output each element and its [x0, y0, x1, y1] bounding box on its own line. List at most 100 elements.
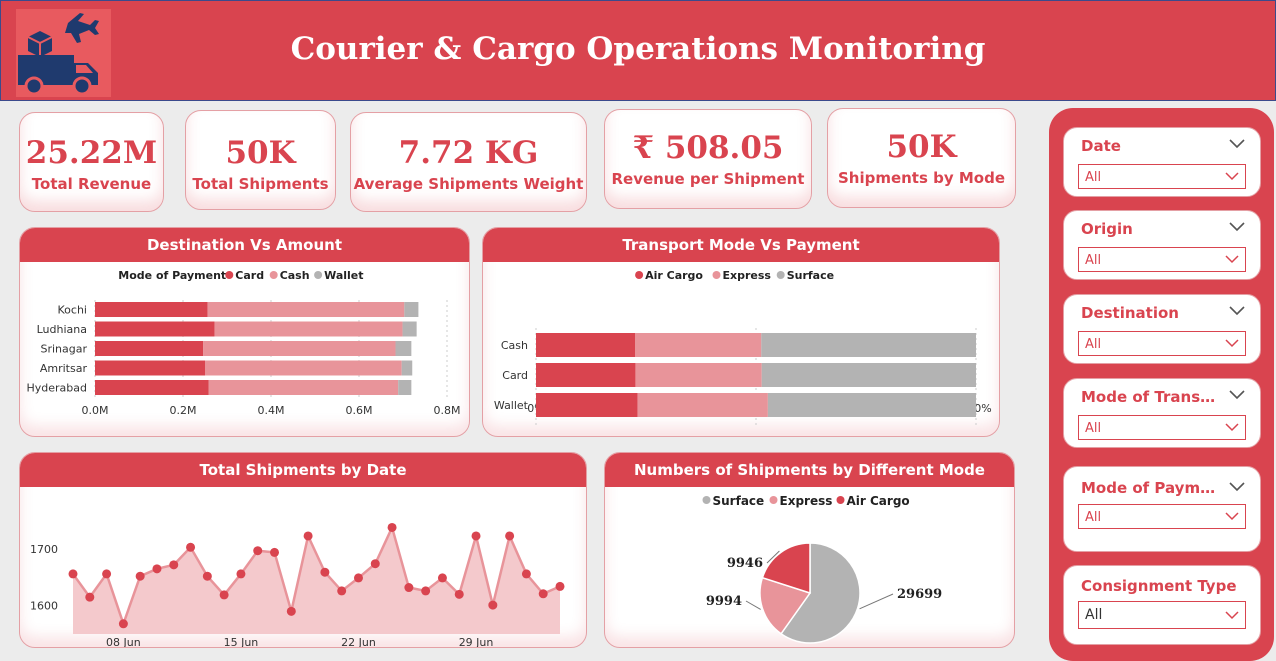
data-point — [555, 581, 565, 591]
bar-segment — [536, 363, 636, 387]
x-tick-label: 0.6M — [346, 404, 373, 417]
data-point — [219, 590, 229, 600]
slicer-destination[interactable]: Destination All — [1063, 294, 1261, 364]
slicer-value: All — [1085, 421, 1102, 436]
bar-segment — [95, 380, 209, 395]
slicer-consignment-type[interactable]: Consignment Type All — [1063, 565, 1261, 645]
y-tick-label: Ludhiana — [37, 323, 87, 336]
data-point — [337, 586, 347, 596]
data-point — [102, 569, 112, 579]
bar-segment — [395, 341, 412, 356]
bar-segment — [398, 380, 412, 395]
chevron-down-icon — [1225, 512, 1239, 521]
bar-segment — [635, 333, 762, 357]
data-point — [505, 531, 515, 541]
transport-mode-vs-payment-plot: Air CargoExpressSurface0%50%100%CashCard… — [494, 269, 992, 428]
bar-segment — [404, 302, 419, 317]
data-point — [387, 522, 397, 532]
slicer-origin[interactable]: Origin All — [1063, 210, 1261, 280]
slicer-value: All — [1085, 253, 1102, 268]
data-point — [135, 571, 145, 581]
chevron-down-icon — [1225, 172, 1239, 181]
slicer-label: Origin — [1081, 220, 1133, 238]
slicer-label: Consignment Type — [1081, 577, 1237, 595]
legend-label: Wallet — [324, 269, 363, 282]
shipments-by-mode-chart: Numbers of Shipments by Different Mode S… — [604, 452, 1015, 648]
data-point — [236, 569, 246, 579]
chevron-down-icon[interactable] — [1228, 479, 1246, 493]
chevron-down-icon — [1225, 423, 1239, 432]
slicer-dropdown[interactable]: All — [1078, 504, 1246, 529]
bar-segment — [761, 333, 976, 357]
legend-label: Surface — [787, 269, 834, 282]
data-point — [118, 619, 128, 629]
leader-line — [859, 593, 894, 610]
bar-segment — [95, 360, 205, 376]
kpi-value: ₹ 508.05 — [632, 130, 784, 166]
legend-label: Cash — [280, 269, 310, 282]
slicer-mode-of-payment[interactable]: Mode of Payment All — [1063, 466, 1261, 552]
legend-marker — [269, 271, 278, 279]
slicer-label: Mode of Payment — [1081, 479, 1221, 497]
slicer-dropdown[interactable]: All — [1078, 247, 1246, 272]
kpi-value: 50K — [886, 129, 957, 165]
bar-segment — [761, 363, 976, 387]
slicer-dropdown[interactable]: All — [1078, 601, 1246, 629]
data-point — [169, 560, 179, 570]
data-point — [471, 531, 481, 541]
bar-segment — [203, 341, 396, 356]
y-tick-label: Kochi — [58, 304, 87, 317]
bar-segment — [208, 380, 399, 395]
legend-marker — [776, 271, 785, 279]
slicer-value: All — [1085, 337, 1102, 352]
y-tick-label: Amritsar — [40, 362, 88, 375]
slicer-label: Date — [1081, 137, 1121, 155]
destination-vs-amount-plot: Mode of Payment Card Cash Wallet 0.0M 0.2M 0.4… — [27, 269, 461, 417]
bar-segment — [95, 341, 204, 356]
data-point — [437, 573, 447, 583]
bar-segment — [536, 333, 635, 357]
chevron-down-icon[interactable] — [1228, 136, 1246, 150]
slicer-dropdown[interactable]: All — [1078, 415, 1246, 440]
legend-marker — [635, 271, 644, 279]
data-point — [521, 569, 531, 579]
filter-panel: Date All Origin All Destination All Mode… — [1049, 108, 1274, 661]
total-shipments-by-date-chart: Total Shipments by Date 1600 1700 08 Jun 15… — [19, 452, 587, 648]
y-tick-label: Wallet — [494, 399, 529, 412]
legend-label: Card — [235, 269, 264, 282]
slicer-value: All — [1085, 607, 1103, 623]
page-title: Courier & Cargo Operations Monitoring — [290, 31, 986, 67]
legend-marker — [314, 271, 323, 279]
bar-segment — [95, 302, 208, 317]
chevron-down-icon — [1225, 339, 1239, 348]
x-tick-label: 0.0M — [82, 404, 109, 417]
leader-line — [745, 600, 761, 610]
kpi-label: Shipments by Mode — [837, 169, 1006, 187]
chevron-down-icon[interactable] — [1228, 303, 1246, 317]
kpi-total-revenue: 25.22M Total Revenue — [19, 112, 164, 212]
chart-title: Total Shipments by Date — [20, 453, 586, 487]
slicer-date[interactable]: Date All — [1063, 127, 1261, 197]
data-point — [353, 573, 363, 583]
kpi-label: Average Shipments Weight — [353, 175, 584, 193]
y-tick-label: Cash — [501, 339, 528, 352]
destination-vs-amount-chart: Destination Vs Amount Mode of Payment Car… — [19, 227, 470, 437]
chevron-down-icon[interactable] — [1228, 387, 1246, 401]
chevron-down-icon[interactable] — [1228, 219, 1246, 233]
slicer-mode-of-transport[interactable]: Mode of Transpo… All — [1063, 378, 1261, 448]
x-tick-label: 0.2M — [170, 404, 197, 417]
data-point — [320, 567, 330, 577]
data-point — [488, 600, 498, 610]
x-tick-label: 0.8M — [434, 404, 461, 417]
kpi-value: 7.72 KG — [398, 135, 539, 171]
slicer-dropdown[interactable]: All — [1078, 164, 1246, 189]
y-tick-label: Card — [502, 369, 528, 382]
y-tick-label: 1600 — [30, 600, 58, 613]
kpi-value: 25.22M — [25, 135, 158, 171]
data-label: 9946 — [727, 556, 763, 571]
slicer-dropdown[interactable]: All — [1078, 331, 1246, 356]
legend-label: Air Cargo — [645, 269, 703, 282]
data-point — [152, 564, 162, 574]
x-tick-label: 29 Jun — [459, 636, 494, 648]
data-label: 9994 — [706, 594, 742, 609]
